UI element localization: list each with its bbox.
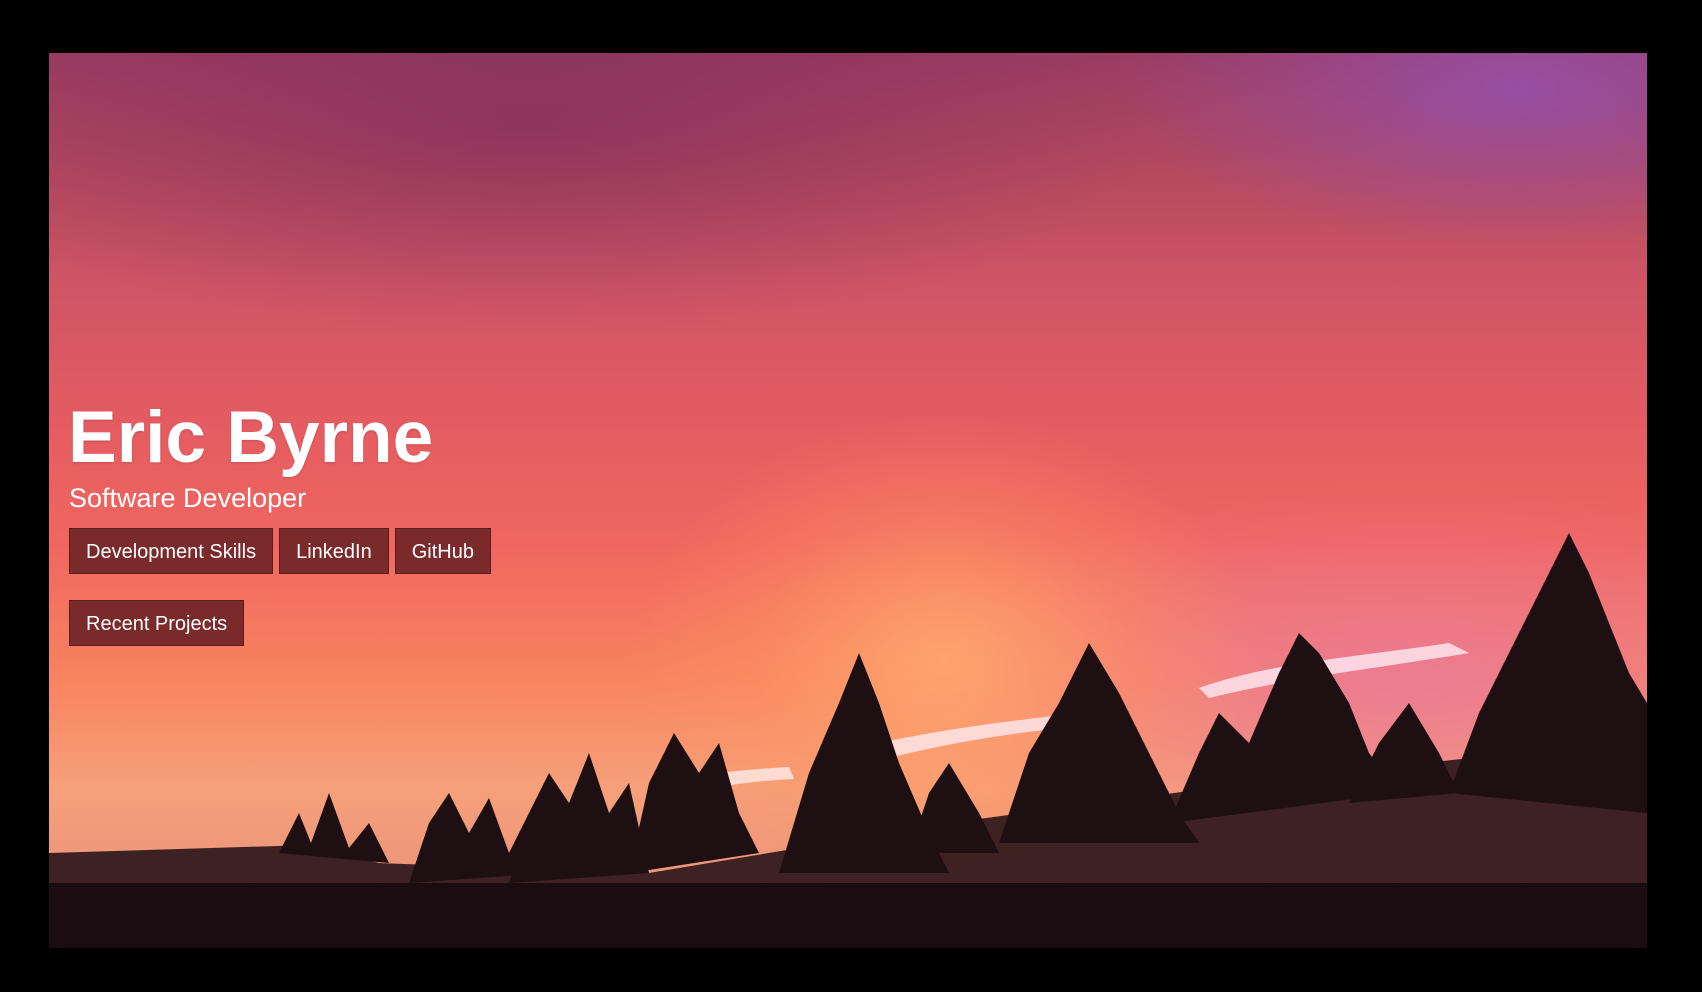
github-button[interactable]: GitHub bbox=[394, 528, 491, 574]
hero-subtitle: Software Developer bbox=[69, 483, 307, 513]
development-skills-button[interactable]: Development Skills bbox=[69, 528, 274, 574]
nav-button-row-secondary: Recent Projects bbox=[69, 600, 491, 646]
linkedin-button[interactable]: LinkedIn bbox=[279, 528, 389, 574]
page-title: Eric Byrne bbox=[68, 397, 434, 478]
recent-projects-button[interactable]: Recent Projects bbox=[69, 600, 245, 646]
hero-background: Eric Byrne Software Developer Developmen… bbox=[49, 53, 1647, 948]
nav-button-row: Development Skills LinkedIn GitHub bbox=[69, 528, 491, 574]
hero-content: Eric Byrne Software Developer Developmen… bbox=[68, 398, 491, 646]
